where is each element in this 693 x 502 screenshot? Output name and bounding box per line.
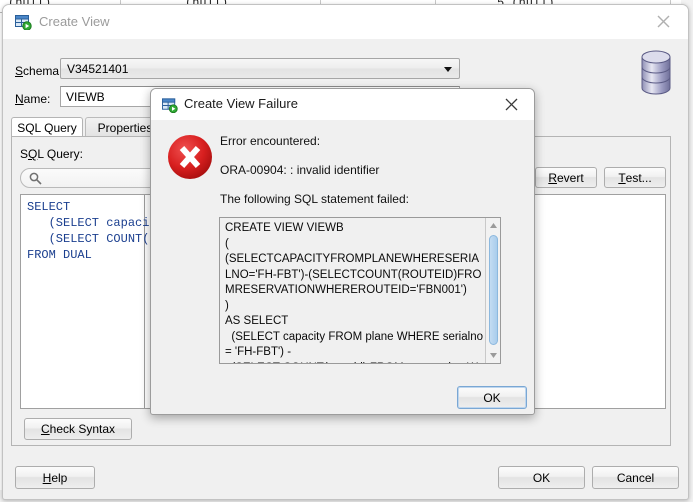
create-view-icon (15, 14, 32, 31)
error-x-icon (165, 132, 215, 182)
revert-button[interactable]: Revert (535, 167, 597, 188)
schema-label: Schema: (15, 64, 63, 78)
scrollbar[interactable] (485, 218, 500, 363)
test-button[interactable]: Test... (604, 167, 666, 188)
cancel-button[interactable]: Cancel (592, 466, 679, 489)
error-code-line: ORA-00904: : invalid identifier (220, 163, 380, 177)
dialog-ok-button[interactable]: OK (457, 386, 527, 409)
check-syntax-button[interactable]: Check Syntax (24, 418, 132, 440)
dialog-title: Create View Failure (184, 96, 298, 111)
scroll-up-icon[interactable] (486, 218, 500, 233)
schema-value: V34521401 (67, 62, 129, 76)
search-icon (29, 172, 42, 188)
schema-dropdown[interactable]: V34521401 (60, 58, 460, 79)
failed-sql-textbox[interactable]: CREATE VIEW VIEWB ( (SELECTCAPACITYFROMP… (219, 217, 501, 364)
close-icon[interactable] (642, 7, 684, 35)
scrollbar-thumb[interactable] (489, 235, 498, 345)
sql-query-label: SQL Query: (20, 147, 83, 161)
error-line-3: The following SQL statement failed: (220, 192, 409, 206)
scroll-down-icon[interactable] (486, 348, 500, 363)
create-view-icon (162, 97, 178, 114)
help-button[interactable]: Help (15, 466, 95, 489)
name-label: Name: (15, 92, 51, 106)
close-icon[interactable] (492, 91, 530, 117)
create-view-failure-dialog: Create View Failure Error encountered: O… (150, 88, 535, 415)
dialog-titlebar: Create View Failure (151, 89, 534, 120)
error-line-1: Error encountered: (220, 134, 321, 148)
tab-sql-query[interactable]: SQL Query (11, 117, 83, 137)
name-value: VIEWB (66, 90, 105, 104)
ok-button[interactable]: OK (498, 466, 585, 489)
window-titlebar: Create View (3, 5, 688, 39)
database-icon (631, 45, 681, 100)
failed-sql-text: CREATE VIEW VIEWB ( (SELECTCAPACITYFROMP… (225, 222, 483, 363)
window-title: Create View (39, 14, 110, 29)
chevron-down-icon (444, 67, 452, 72)
